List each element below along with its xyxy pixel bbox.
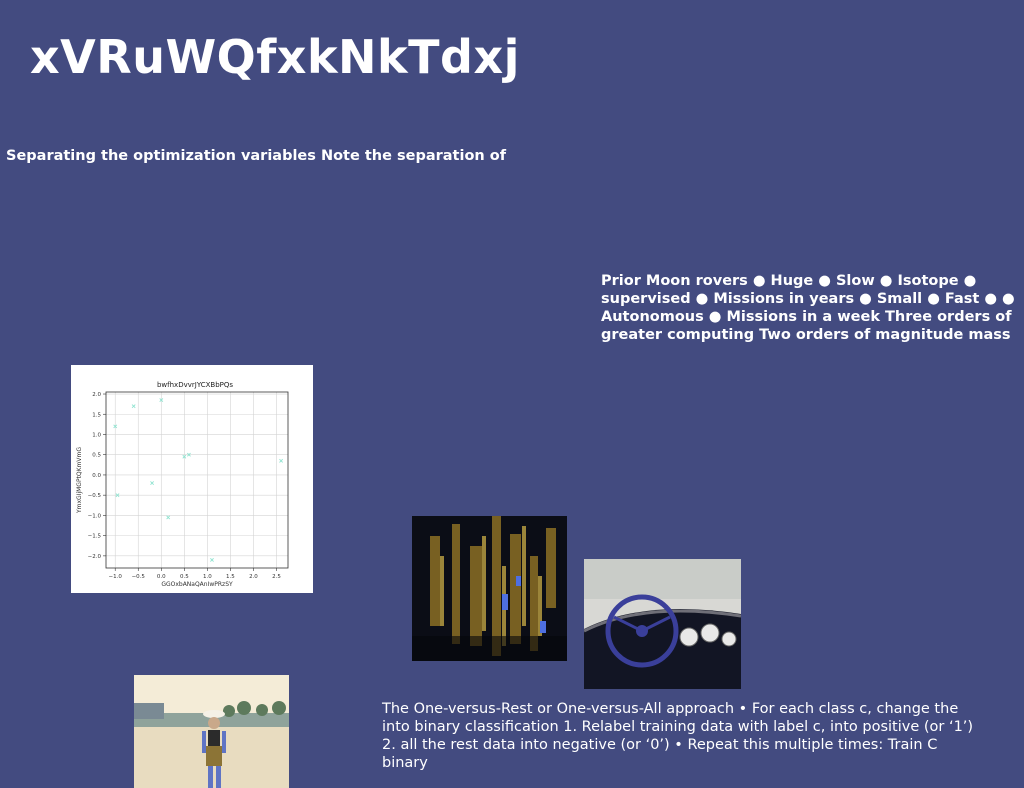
y-tick-label: 1.5	[92, 412, 101, 418]
x-tick-label: 1.0	[203, 574, 212, 580]
x-tick-label: 2.5	[272, 574, 281, 580]
x-tick-label: 1.5	[226, 574, 235, 580]
plot-area-frame	[105, 391, 289, 569]
x-tick-label: −1.0	[109, 574, 123, 580]
y-tick-label: −1.5	[88, 534, 102, 540]
scatter-chart-svg: bwfhxDvvrJYCXBbPQs −1.0 −0.5 0.0 0.5 1.0 1.5 2…	[76, 381, 289, 588]
data-point	[150, 481, 154, 485]
y-tick-label: 1.0	[92, 432, 101, 438]
y-tick-label: 2.0	[92, 392, 101, 398]
data-point	[166, 515, 171, 520]
one-vs-rest-text: The One-versus-Rest or One-versus-All ap…	[382, 701, 974, 771]
vintage-car-dashboard-image	[584, 559, 741, 689]
beach-woman-image	[134, 675, 289, 788]
y-tick-label: −2.0	[88, 554, 102, 560]
chart-title: bwfhxDvvrJYCXBbPQs	[157, 381, 233, 389]
x-tick-label: 0.5	[180, 574, 189, 580]
data-point	[210, 557, 214, 562]
y-tick-label: −1.0	[88, 513, 102, 519]
page-title: xVRuWQfxkNkTdxj	[30, 30, 520, 84]
x-tick-label: 2.0	[249, 574, 258, 580]
y-axis-label: YmxGIjMGPtQKmVmG	[76, 447, 83, 514]
subtitle: Separating the optimization variables No…	[6, 148, 507, 164]
rovers-comparison-text: Prior Moon rovers ● Huge ● Slow ● Isotop…	[601, 273, 1015, 343]
y-tick-label: 0.0	[92, 473, 101, 479]
abstract-geometric-image	[412, 516, 567, 661]
data-point	[279, 458, 284, 463]
y-tick-label: −0.5	[88, 493, 102, 499]
data-point	[131, 404, 136, 409]
y-tick-label: 0.5	[92, 453, 101, 459]
x-tick-label: 0.0	[157, 574, 166, 580]
scatter-chart: bwfhxDvvrJYCXBbPQs −1.0 −0.5 0.0 0.5 1.0 1.5 2…	[71, 365, 313, 593]
x-axis-label: GGOxbANaQAnIwPRzSY	[161, 581, 233, 588]
x-tick-label: −0.5	[132, 574, 146, 580]
